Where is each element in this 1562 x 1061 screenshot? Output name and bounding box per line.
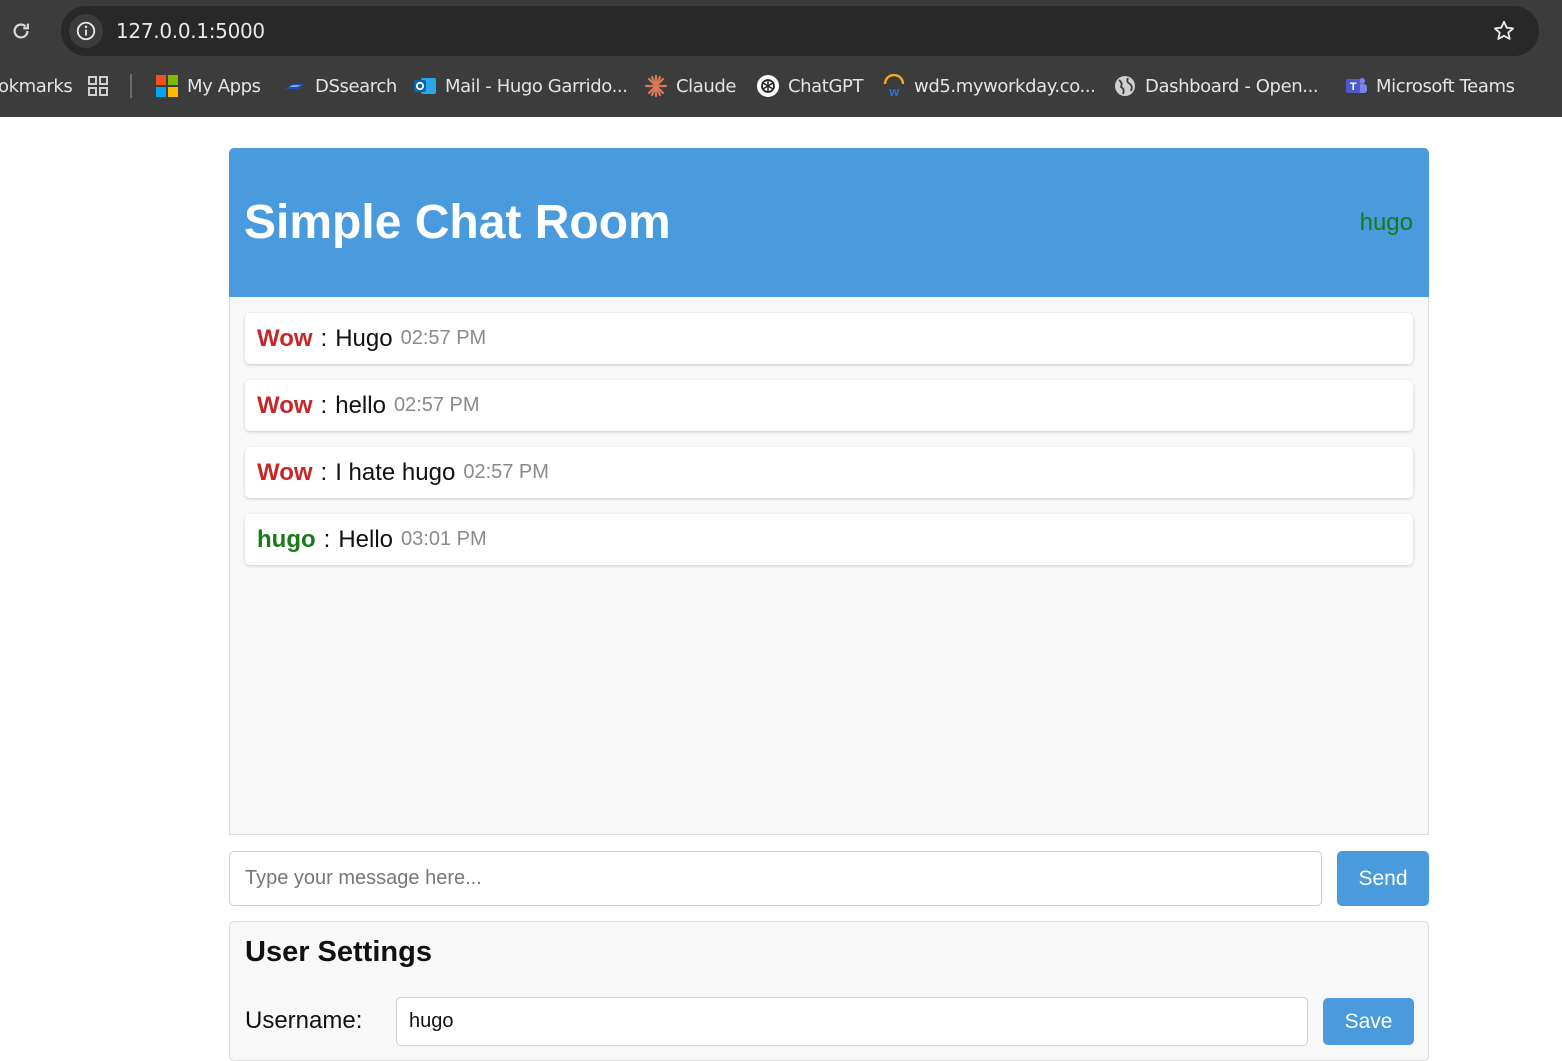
bookmark-mail[interactable]: Mail - Hugo Garrido...	[413, 62, 628, 110]
chatgpt-icon	[756, 74, 780, 98]
bookmark-claude[interactable]: Claude	[644, 62, 737, 110]
bookmark-label: Microsoft Teams	[1376, 75, 1515, 97]
bookmark-dssearch[interactable]: DSsearch	[283, 62, 397, 110]
svg-text:T: T	[1350, 81, 1357, 93]
bookmark-dashboard[interactable]: Dashboard - Open...	[1113, 62, 1319, 110]
browser-chrome: 127.0.0.1:5000 okmarks My Apps DSsearch …	[0, 0, 1562, 117]
dssearch-icon	[283, 74, 307, 98]
message-text: Hello	[338, 525, 394, 553]
microsoft-logo-icon	[155, 74, 179, 98]
page-title: Simple Chat Room	[244, 196, 671, 249]
address-bar[interactable]: 127.0.0.1:5000	[61, 6, 1539, 56]
message-text: hello	[335, 391, 386, 419]
message-author: hugo	[257, 525, 316, 553]
reload-icon[interactable]	[8, 18, 34, 44]
bookmark-teams[interactable]: T Microsoft Teams	[1344, 62, 1515, 110]
message-separator: :	[320, 458, 328, 486]
message-item: Wow : hello 02:57 PM	[245, 380, 1413, 431]
message-input[interactable]	[229, 851, 1322, 906]
message-text: Hugo	[335, 324, 393, 352]
bookmark-all-bookmarks[interactable]: okmarks	[0, 62, 73, 110]
message-item: Wow : Hugo 02:57 PM	[245, 313, 1413, 364]
bookmark-label: My Apps	[187, 75, 261, 97]
chat-header: Simple Chat Room hugo	[229, 148, 1429, 297]
workday-icon: w	[882, 74, 906, 98]
bookmark-label: Claude	[676, 75, 737, 97]
bookmark-my-apps[interactable]: My Apps	[155, 62, 261, 110]
current-username: hugo	[1359, 209, 1413, 236]
message-author: Wow	[257, 458, 313, 486]
settings-title: User Settings	[245, 936, 432, 968]
claude-icon	[644, 74, 668, 98]
message-item: Wow : I hate hugo 02:57 PM	[245, 447, 1413, 498]
message-list[interactable]: Wow : Hugo 02:57 PM Wow : hello 02:57 PM…	[229, 297, 1429, 835]
bookmark-label: okmarks	[0, 75, 73, 97]
teams-icon: T	[1344, 74, 1368, 98]
bookmark-workday[interactable]: w wd5.myworkday.co...	[882, 62, 1096, 110]
globe-icon	[1113, 74, 1137, 98]
apps-grid-button[interactable]	[86, 62, 118, 110]
bookmark-label: ChatGPT	[788, 75, 864, 97]
message-text: I hate hugo	[335, 458, 456, 486]
message-timestamp: 03:01 PM	[401, 528, 487, 550]
message-timestamp: 02:57 PM	[400, 327, 487, 349]
bookmark-star-icon[interactable]	[1491, 18, 1517, 44]
message-separator: :	[320, 391, 328, 419]
username-label: Username:	[245, 1007, 363, 1034]
message-separator: :	[320, 324, 328, 352]
username-field[interactable]	[396, 997, 1308, 1046]
send-button[interactable]: Send	[1337, 851, 1429, 906]
bookmark-label: Dashboard - Open...	[1145, 75, 1319, 97]
bookmark-label: DSsearch	[315, 75, 397, 97]
message-author: Wow	[257, 324, 313, 352]
message-timestamp: 02:57 PM	[393, 394, 480, 416]
bookmark-label: wd5.myworkday.co...	[914, 75, 1096, 97]
message-timestamp: 02:57 PM	[463, 461, 549, 483]
outlook-icon	[413, 74, 437, 98]
svg-text:w: w	[888, 84, 900, 98]
save-button[interactable]: Save	[1323, 998, 1414, 1045]
user-settings-panel: User Settings Username: Save	[229, 921, 1429, 1061]
message-item: hugo : Hello 03:01 PM	[245, 514, 1413, 565]
browser-toolbar: 127.0.0.1:5000	[0, 0, 1562, 62]
bookmarks-bar: okmarks My Apps DSsearch Mail - Hugo Gar…	[0, 62, 1562, 110]
bookmark-label: Mail - Hugo Garrido...	[445, 75, 628, 97]
bookmarks-separator	[130, 74, 132, 98]
url-text[interactable]: 127.0.0.1:5000	[116, 6, 265, 56]
message-author: Wow	[257, 391, 313, 419]
bookmark-chatgpt[interactable]: ChatGPT	[756, 62, 863, 110]
apps-grid-icon	[86, 74, 110, 98]
site-info-icon[interactable]	[69, 14, 103, 48]
message-separator: :	[323, 525, 331, 553]
